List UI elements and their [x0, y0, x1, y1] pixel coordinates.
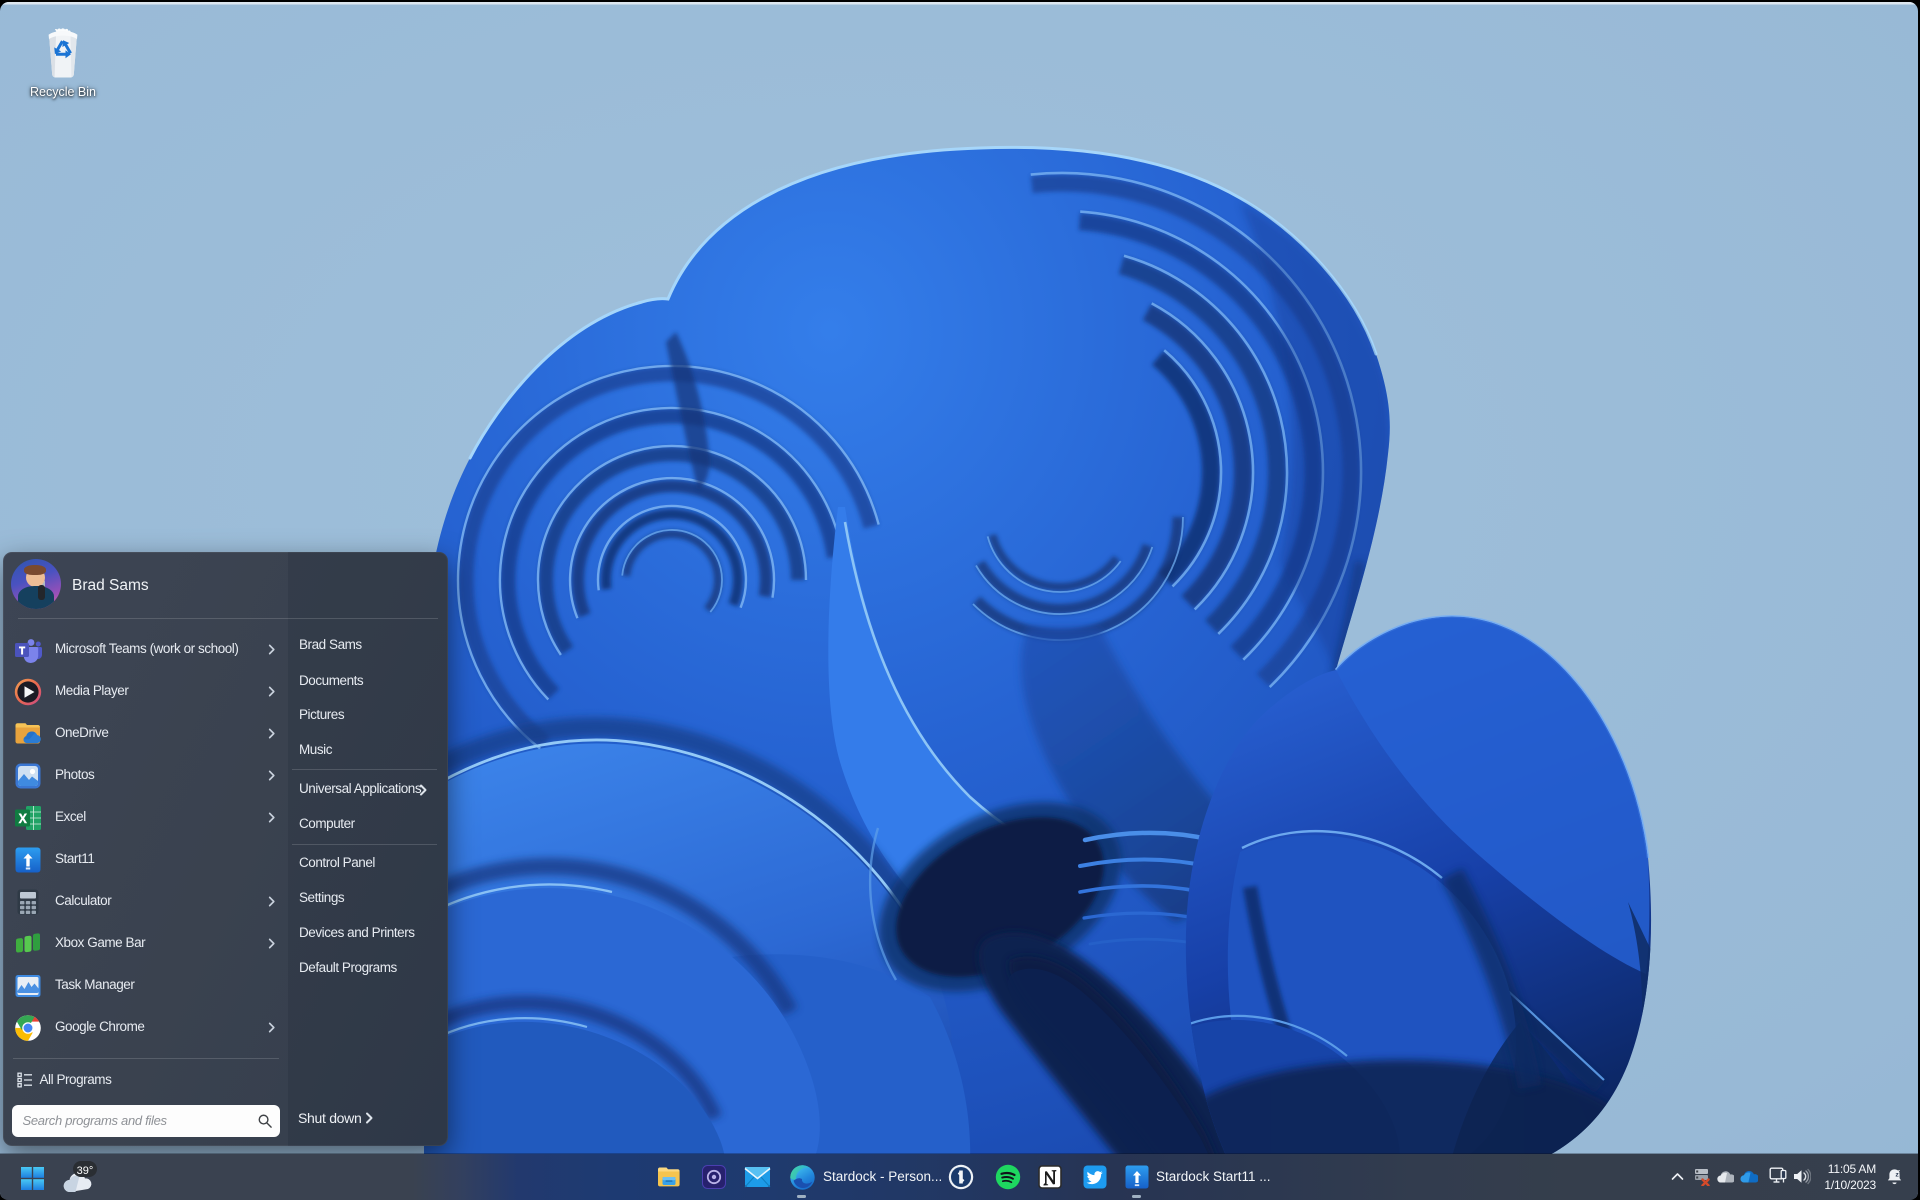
- svg-text:z: z: [1897, 1169, 1900, 1175]
